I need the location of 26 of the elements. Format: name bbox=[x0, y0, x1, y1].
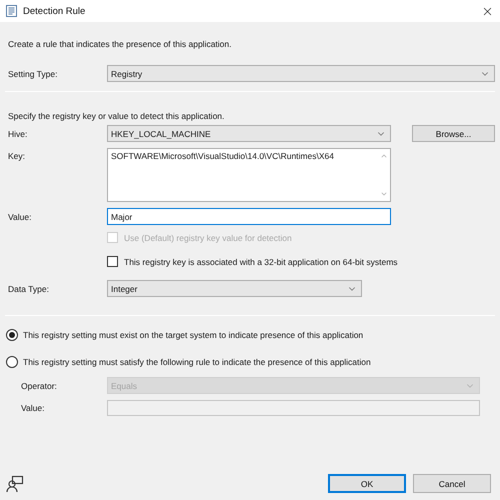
radio-button[interactable] bbox=[6, 356, 18, 368]
field-label: Operator: bbox=[21, 380, 58, 390]
field-label: Value: bbox=[21, 403, 46, 413]
checkbox-label: Use (Default) registry key value for detection bbox=[124, 232, 292, 242]
ok-button[interactable]: OK bbox=[328, 474, 406, 493]
dropdown[interactable]: HKEY_LOCAL_MACHINE bbox=[107, 125, 391, 142]
field-label: Hive: bbox=[8, 128, 28, 138]
checkbox-label: This registry key is associated with a 32-bit application on 64-bit systems bbox=[124, 256, 398, 266]
radio-label: This registry setting must exist on the target system to indicate presence of this application bbox=[23, 330, 364, 340]
window-title: Detection Rule bbox=[23, 6, 86, 16]
user-screen-icon[interactable] bbox=[6, 475, 24, 493]
field-label: Setting Type: bbox=[8, 68, 58, 78]
radio-label: This registry setting must satisfy the following rule to indicate the presence of this application bbox=[23, 357, 371, 367]
checkbox[interactable] bbox=[107, 256, 118, 267]
dropdown[interactable]: Integer bbox=[107, 280, 362, 297]
instruction-text: Specify the registry key or value to detect this application. bbox=[7, 110, 226, 122]
field-label: Key: bbox=[8, 150, 26, 161]
field-label: Data Type: bbox=[8, 284, 50, 294]
radio-button[interactable] bbox=[6, 329, 18, 341]
dropdown[interactable]: Registry bbox=[107, 65, 495, 82]
cancel-button[interactable]: Cancel bbox=[413, 474, 491, 493]
document-icon bbox=[6, 5, 17, 17]
browse-button[interactable]: Browse... bbox=[412, 125, 495, 142]
value-field[interactable]: Major bbox=[107, 208, 391, 225]
instruction-text: Create a rule that indicates the presence of this application. bbox=[7, 38, 232, 50]
field-label: Value: bbox=[8, 212, 32, 222]
